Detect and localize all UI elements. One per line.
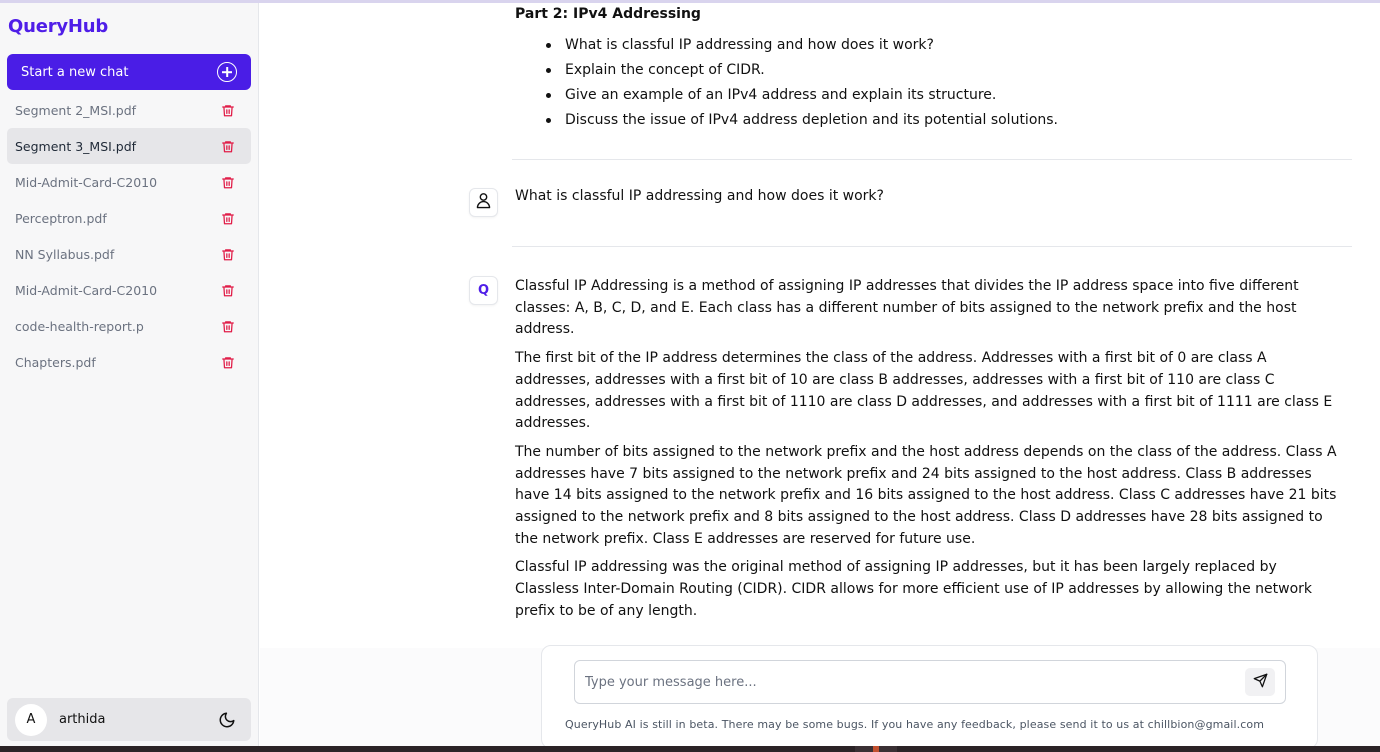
chat-area: Part 2: IPv4 Addressing What is classful… [260,3,1380,749]
trash-icon[interactable] [219,101,237,119]
sidebar-file-item[interactable]: NN Syllabus.pdf [7,236,251,272]
brand-logo[interactable]: QueryHub [8,16,108,37]
user-profile[interactable]: A arthida [7,698,251,741]
trash-icon[interactable] [219,245,237,263]
beta-disclaimer: QueryHub AI is still in beta. There may … [565,718,1265,731]
queryhub-icon: Q [477,283,490,298]
new-chat-button[interactable]: Start a new chat [7,54,251,90]
sidebar-file-item[interactable]: Chapters.pdf [7,344,251,380]
list-item: Explain the concept of CIDR. [545,58,1058,83]
file-name: Mid-Admit-Card-C2010 [15,174,158,190]
sidebar-file-item[interactable]: Segment 3_MSI.pdf [7,128,251,164]
plus-circle-icon [217,62,237,82]
avatar: A [15,703,47,736]
trash-icon[interactable] [219,209,237,227]
taskbar-strip [0,746,1380,752]
list-item: Discuss the issue of IPv4 address deplet… [545,108,1058,133]
moon-icon[interactable] [217,710,237,730]
user-icon [475,192,492,213]
sidebar-file-item[interactable]: Perceptron.pdf [7,200,251,236]
user-avatar [469,188,498,217]
user-message: What is classful IP addressing and how d… [515,188,884,204]
send-button[interactable] [1245,668,1275,696]
section-title: Part 2: IPv4 Addressing [515,6,701,22]
sidebar-file-item[interactable]: Segment 2_MSI.pdf [7,92,251,128]
taskbar-indicator [873,746,879,752]
answer-paragraph: The number of bits assigned to the netwo… [515,443,1337,547]
file-name: Segment 3_MSI.pdf [15,138,137,154]
send-icon [1253,673,1268,692]
answer-paragraph: The first bit of the IP address determin… [515,350,1333,432]
message-composer: QueryHub AI is still in beta. There may … [541,645,1318,749]
trash-icon[interactable] [219,317,237,335]
answer-paragraph: Classful IP addressing was the original … [515,559,1313,619]
trash-icon[interactable] [219,173,237,191]
trash-icon[interactable] [219,353,237,371]
answer-paragraph: Classful IP Addressing is a method of as… [515,278,1299,338]
sidebar: QueryHub Start a new chat Segment 2_MSI.… [0,3,259,746]
file-name: Segment 2_MSI.pdf [15,102,137,118]
message-input[interactable] [585,674,1245,690]
trash-icon[interactable] [219,281,237,299]
sidebar-file-item[interactable]: Mid-Admit-Card-C2010 [7,164,251,200]
username: arthida [59,712,106,727]
file-name: Mid-Admit-Card-C2010 [15,282,158,298]
message-input-wrapper [574,660,1286,704]
sidebar-file-item[interactable]: Mid-Admit-Card-C2010 [7,272,251,308]
file-name: Perceptron.pdf [15,210,107,226]
divider [512,246,1352,247]
file-name: code-health-report.p [15,318,144,334]
bot-avatar: Q [469,276,498,305]
file-name: NN Syllabus.pdf [15,246,115,262]
question-list: What is classful IP addressing and how d… [545,33,1058,133]
file-list: Segment 2_MSI.pdf Segment 3_MSI.pdf Mid-Ad… [7,92,251,380]
new-chat-label: Start a new chat [21,64,129,80]
bot-message: Classful IP Addressing is a method of as… [515,276,1345,630]
sidebar-file-item[interactable]: code-health-report.p [7,308,251,344]
list-item: What is classful IP addressing and how d… [545,33,1058,58]
list-item: Give an example of an IPv4 address and e… [545,83,1058,108]
trash-icon[interactable] [219,137,237,155]
file-name: Chapters.pdf [15,354,96,370]
divider [512,159,1352,160]
